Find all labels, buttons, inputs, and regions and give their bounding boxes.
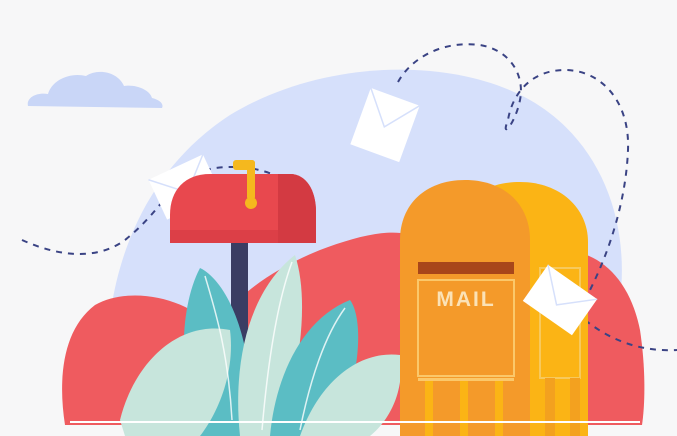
- mail-slot: [418, 262, 514, 274]
- ground-line: [70, 421, 640, 423]
- mail-illustration: MAIL: [0, 0, 677, 436]
- mailbox-label: MAIL: [436, 288, 495, 311]
- mailbox-icon: MAIL: [400, 180, 530, 436]
